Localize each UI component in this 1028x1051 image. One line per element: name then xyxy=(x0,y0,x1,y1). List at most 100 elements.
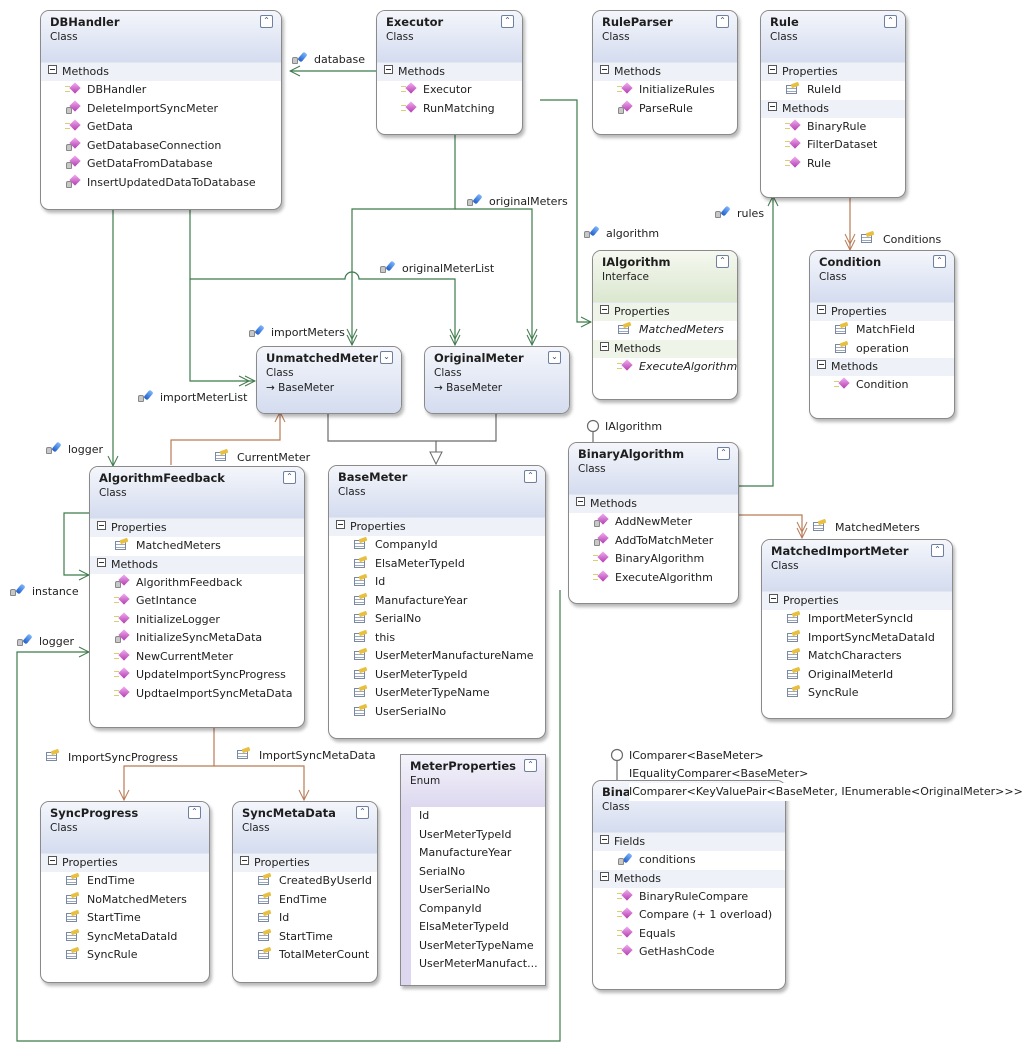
collapse-toggle-icon[interactable]: ⌃ xyxy=(260,15,273,28)
enum-value[interactable]: UserMeterTypeName xyxy=(401,937,545,956)
collapse-section-icon[interactable] xyxy=(769,594,778,603)
member-row[interactable]: GetData xyxy=(41,118,281,137)
member-row[interactable]: Condition xyxy=(810,376,954,395)
section-fields[interactable]: Fields xyxy=(593,833,785,851)
collapse-toggle-icon[interactable]: ⌃ xyxy=(524,759,537,772)
collapse-section-icon[interactable] xyxy=(48,856,57,865)
class-binaryalgorithm[interactable]: BinaryAlgorithm Class ⌃ Methods AddNewMe… xyxy=(568,442,739,604)
member-row[interactable]: AlgorithmFeedback xyxy=(90,574,304,593)
member-row[interactable]: FilterDataset xyxy=(761,136,905,155)
collapse-toggle-icon[interactable]: ⌃ xyxy=(283,471,296,484)
member-row[interactable]: conditions xyxy=(593,851,785,870)
collapse-toggle-icon[interactable]: ⌃ xyxy=(356,806,369,819)
section-methods[interactable]: Methods xyxy=(90,555,304,574)
section-properties[interactable]: Properties xyxy=(329,518,545,536)
collapse-section-icon[interactable] xyxy=(97,557,106,567)
assoc-label-currentmeter[interactable]: CurrentMeter xyxy=(214,448,310,465)
section-properties[interactable]: Properties xyxy=(41,854,209,872)
member-row[interactable]: NoMatchedMeters xyxy=(41,891,209,910)
member-row[interactable]: BinaryRule xyxy=(761,118,905,137)
class-matchedimportmeter[interactable]: MatchedImportMeter Class ⌃ Properties Im… xyxy=(761,539,953,719)
member-row[interactable]: InsertUpdatedDataToDatabase xyxy=(41,174,281,193)
member-row[interactable]: StartTime xyxy=(41,909,209,928)
collapse-section-icon[interactable] xyxy=(384,65,393,74)
section-methods[interactable]: Methods xyxy=(593,869,785,888)
assoc-label-importsyncmetadata[interactable]: ImportSyncMetaData xyxy=(236,746,376,763)
enum-value[interactable]: Id xyxy=(401,807,545,826)
member-row[interactable]: NewCurrentMeter xyxy=(90,648,304,667)
expand-toggle-icon[interactable]: ⌄ xyxy=(548,351,561,364)
member-row[interactable]: DBHandler xyxy=(41,81,281,100)
member-row[interactable]: Compare (+ 1 overload) xyxy=(593,906,785,925)
collapse-toggle-icon[interactable]: ⌃ xyxy=(501,15,514,28)
section-properties[interactable]: Properties xyxy=(762,592,952,610)
enum-value[interactable]: ManufactureYear xyxy=(401,844,545,863)
class-binaryrulecompare[interactable]: BinaryRuleCompare Class ⌃ Fields conditi… xyxy=(592,780,786,990)
section-properties[interactable]: Properties xyxy=(90,519,304,537)
member-row[interactable]: OriginalMeterId xyxy=(762,666,952,685)
collapse-toggle-icon[interactable]: ⌃ xyxy=(884,15,897,28)
assoc-label-importsyncprogress[interactable]: ImportSyncProgress xyxy=(45,748,178,765)
collapse-toggle-icon[interactable]: ⌃ xyxy=(717,447,730,460)
section-methods[interactable]: Methods xyxy=(593,339,737,358)
member-row[interactable]: EndTime xyxy=(41,872,209,891)
member-row[interactable]: AddToMatchMeter xyxy=(569,532,738,551)
class-algorithmfeedback[interactable]: AlgorithmFeedback Class ⌃ Properties Mat… xyxy=(89,466,305,728)
class-basemeter[interactable]: BaseMeter Class ⌃ Properties CompanyId E… xyxy=(328,465,546,739)
member-row[interactable]: ExecuteAlgorithm xyxy=(593,358,737,377)
member-row[interactable]: ImportSyncMetaDataId xyxy=(762,629,952,648)
collapse-section-icon[interactable] xyxy=(768,101,777,111)
member-row[interactable]: UserMeterTypeId xyxy=(329,666,545,685)
assoc-label-algorithm[interactable]: algorithm xyxy=(583,224,659,241)
member-row[interactable]: MatchedMeters xyxy=(90,537,304,556)
member-row[interactable]: SyncMetaDataId xyxy=(41,928,209,947)
collapse-section-icon[interactable] xyxy=(576,497,585,506)
enum-value[interactable]: UserMeterTypeId xyxy=(401,826,545,845)
member-row[interactable]: Executor xyxy=(377,81,522,100)
assoc-label-database[interactable]: database xyxy=(291,50,365,67)
collapse-toggle-icon[interactable]: ⌃ xyxy=(716,255,729,268)
collapse-section-icon[interactable] xyxy=(97,521,106,530)
collapse-section-icon[interactable] xyxy=(240,856,249,865)
member-row[interactable]: SyncRule xyxy=(41,946,209,965)
section-methods[interactable]: Methods xyxy=(810,358,954,376)
member-row[interactable]: AddNewMeter xyxy=(569,513,738,532)
member-row[interactable]: TotalMeterCount xyxy=(233,946,377,965)
class-rule[interactable]: Rule Class ⌃ Properties RuleId Methods B… xyxy=(760,10,906,198)
collapse-toggle-icon[interactable]: ⌃ xyxy=(524,470,537,483)
member-row[interactable]: UserMeterManufactureName xyxy=(329,647,545,666)
enum-value[interactable]: CompanyId xyxy=(401,900,545,919)
enum-value[interactable]: UserSerialNo xyxy=(401,881,545,900)
enum-value[interactable]: ElsaMeterTypeId xyxy=(401,918,545,937)
section-properties[interactable]: Properties xyxy=(810,303,954,321)
section-methods[interactable]: Methods xyxy=(761,99,905,118)
collapse-toggle-icon[interactable]: ⌃ xyxy=(931,544,944,557)
member-row[interactable]: StartTime xyxy=(233,928,377,947)
member-row[interactable]: Rule xyxy=(761,155,905,174)
section-methods[interactable]: Methods xyxy=(41,63,281,81)
assoc-label-originalmeters[interactable]: originalMeters xyxy=(466,192,568,209)
member-row[interactable]: DeleteImportSyncMeter xyxy=(41,100,281,119)
member-row[interactable]: BinaryRuleCompare xyxy=(593,888,785,907)
assoc-label-logger-bottom[interactable]: logger xyxy=(16,632,74,649)
assoc-label-rules[interactable]: rules xyxy=(714,204,764,221)
collapse-section-icon[interactable] xyxy=(600,871,609,881)
member-row[interactable]: UserMeterTypeName xyxy=(329,684,545,703)
member-row[interactable]: CreatedByUserId xyxy=(233,872,377,891)
class-originalmeter[interactable]: OriginalMeter Class → BaseMeter ⌄ xyxy=(424,346,570,414)
assoc-label-matchedmeters[interactable]: MatchedMeters xyxy=(812,518,920,535)
member-row[interactable]: BinaryAlgorithm xyxy=(569,550,738,569)
section-methods[interactable]: Methods xyxy=(569,495,738,513)
collapse-section-icon[interactable] xyxy=(600,65,609,74)
member-row[interactable]: GetHashCode xyxy=(593,943,785,962)
assoc-label-logger-top[interactable]: logger xyxy=(45,440,103,457)
member-row[interactable]: ParseRule xyxy=(593,100,737,119)
assoc-label-originalmeterlist[interactable]: originalMeterList xyxy=(379,259,494,276)
member-row[interactable]: GetDataFromDatabase xyxy=(41,155,281,174)
section-properties[interactable]: Properties xyxy=(761,63,905,81)
class-condition[interactable]: Condition Class ⌃ Properties MatchField … xyxy=(809,250,955,419)
assoc-label-importmeters[interactable]: importMeters xyxy=(248,323,345,340)
member-row[interactable]: RuleId xyxy=(761,81,905,100)
member-row[interactable]: GetIntance xyxy=(90,592,304,611)
class-ruleparser[interactable]: RuleParser Class ⌃ Methods InitializeRul… xyxy=(592,10,738,135)
